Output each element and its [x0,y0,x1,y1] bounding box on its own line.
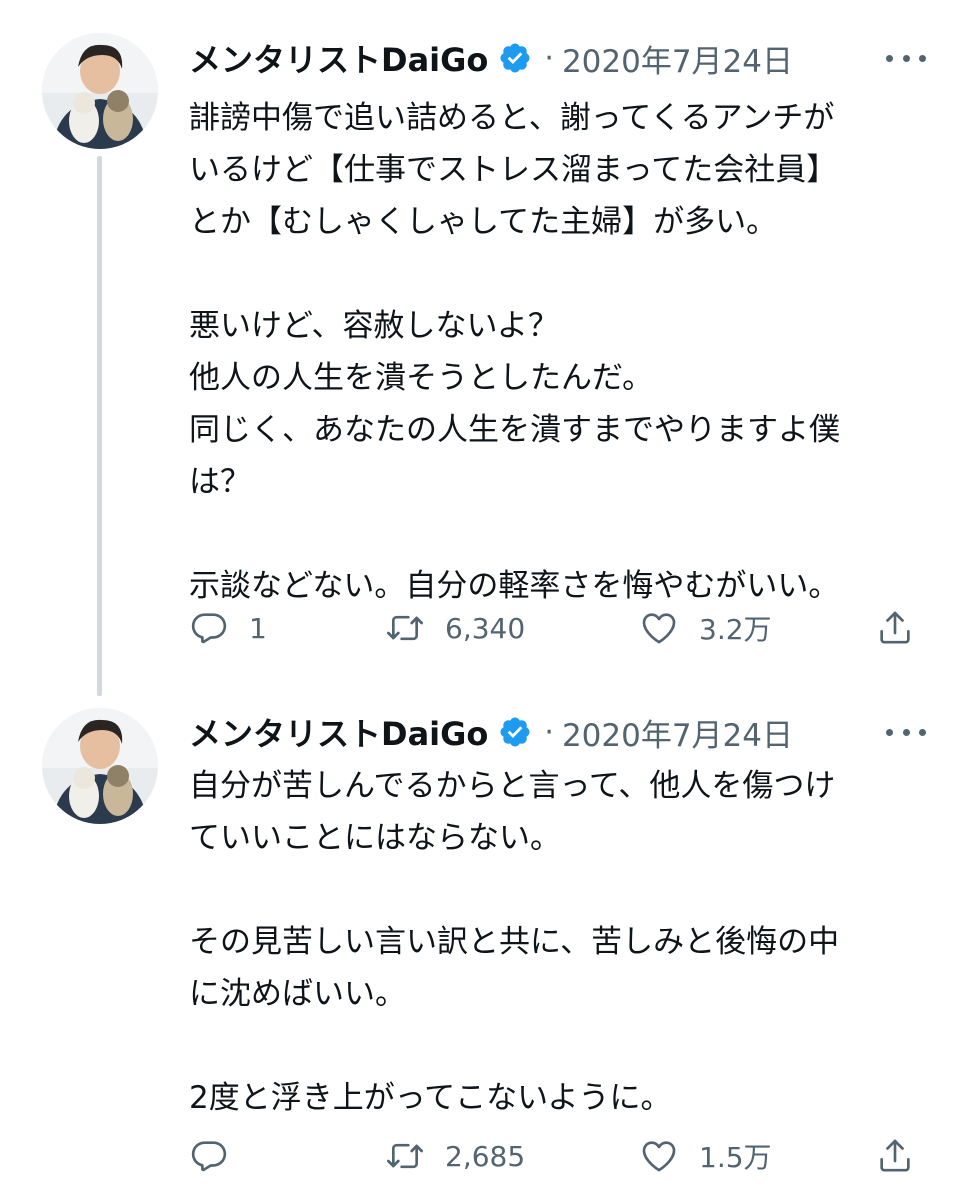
author-name[interactable]: メンタリストDaiGo [189,35,488,81]
like-count: 3.2万 [699,613,772,646]
like-button[interactable]: 1.5万 [639,1132,772,1180]
heart-icon [642,613,676,644]
verified-badge-icon [498,715,532,749]
reply-button[interactable]: 1 [189,604,267,652]
tweet-text: 誹謗中傷で追い詰めると、謝ってくるアンチが いるけど【仕事でストレス溜まってた会… [189,92,929,612]
tweet-1[interactable]: メンタリストDaiGo · 2020年7月24日 誹謗中傷で追い詰めると、謝って… [0,0,964,700]
tweet-text-line: 自分が苦しんでるからと言って、他人を傷つけ [189,768,836,804]
tweet-text-line: 2度と浮き上がってこないように。 [189,1080,672,1116]
reply-count: 1 [249,611,267,645]
separator-dot: · [544,714,554,750]
action-bar: 2,685 1.5万 [189,1132,929,1180]
share-upload-icon [880,1139,910,1172]
share-button[interactable] [875,1132,915,1180]
author-name[interactable]: メンタリストDaiGo [189,709,488,755]
tweet-date[interactable]: 2020年7月24日 [562,710,793,755]
retweet-count: 2,685 [445,1139,526,1173]
avatar-image [42,708,158,824]
tweet-text-line: いるけど【仕事でストレス溜まってた会社員】 [189,152,838,188]
tweet-text-line: 同じく、あなたの人生を潰すまでやりますよ僕 [189,412,840,448]
avatar[interactable] [42,708,158,824]
like-count: 1.5万 [699,1141,772,1174]
retweet-button[interactable]: 6,340 [385,604,525,652]
tweet-text-line: に沈めばいい。 [189,976,406,1012]
avatar[interactable] [42,33,158,149]
retweet-count: 6,340 [445,611,526,645]
heart-icon [642,1141,676,1172]
tweet-text-line: ていいことにはならない。 [189,820,561,856]
tweet-text-line: とか【むしゃくしゃしてた主婦】が多い。 [189,204,778,240]
avatar-image [42,33,158,149]
tweet-header: メンタリストDaiGo · 2020年7月24日 [189,36,793,80]
share-upload-icon [880,611,910,644]
retweet-icon [387,1143,423,1169]
tweet-text: 自分が苦しんでるからと言って、他人を傷つけ ていいことにはならない。 その見苦し… [189,760,929,1124]
separator-dot: · [544,40,554,76]
comment-bubble-icon [191,1141,227,1172]
retweet-icon [387,615,423,641]
comment-bubble-icon [191,613,227,644]
reply-button[interactable] [189,1132,229,1180]
like-button[interactable]: 3.2万 [639,604,772,652]
tweet-text-line: 他人の人生を潰そうとしたんだ。 [189,360,654,396]
tweet-text-line: 悪いけど、容赦しないよ？ [189,308,559,344]
action-bar: 1 6,340 3.2万 [189,604,929,652]
tweet-text-line: は？ [189,464,251,500]
share-button[interactable] [875,604,915,652]
more-dots-icon[interactable] [886,722,926,742]
tweet-2[interactable]: メンタリストDaiGo · 2020年7月24日 自分が苦しんでるからと言って、… [0,700,964,1200]
tweet-date[interactable]: 2020年7月24日 [562,36,793,81]
tweet-text-line: 誹謗中傷で追い詰めると、謝ってくるアンチが [189,100,835,136]
tweet-header: メンタリストDaiGo · 2020年7月24日 [189,710,793,754]
retweet-button[interactable]: 2,685 [385,1132,525,1180]
thread-line [97,156,102,696]
tweet-text-line: その見苦しい言い訳と共に、苦しみと後悔の中 [189,924,840,960]
verified-badge-icon [498,41,532,75]
more-dots-icon[interactable] [886,48,926,68]
